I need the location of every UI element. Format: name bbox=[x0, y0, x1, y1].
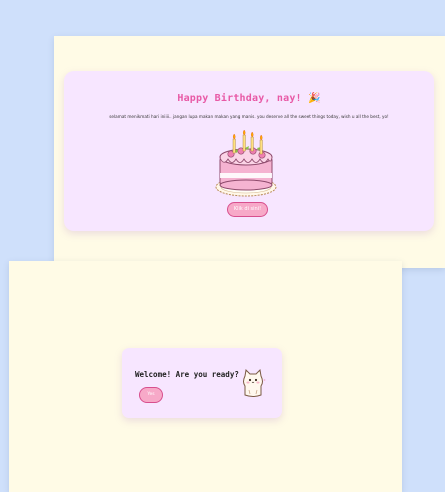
welcome-card: Welcome! Are you ready? Yes bbox=[122, 348, 282, 418]
birthday-cake-icon bbox=[215, 129, 277, 197]
birthday-screenshot: Happy Birthday, nay! 🎉 selamat menikmati… bbox=[54, 36, 445, 268]
cat-icon bbox=[243, 368, 266, 397]
welcome-prompt: Welcome! Are you ready? bbox=[135, 370, 239, 379]
party-popper-icon: 🎉 bbox=[308, 93, 321, 104]
klik-button[interactable]: Klik di sini! bbox=[227, 202, 268, 217]
birthday-card: Happy Birthday, nay! 🎉 selamat menikmati… bbox=[64, 71, 434, 231]
birthday-message: selamat menikmati hari iniiii.. jangan l… bbox=[109, 114, 389, 119]
yes-button[interactable]: Yes bbox=[139, 387, 163, 403]
welcome-screenshot: Welcome! Are you ready? Yes bbox=[9, 261, 402, 492]
page-title: Happy Birthday, nay! 🎉 bbox=[64, 93, 434, 104]
birthday-title: Happy Birthday, nay! bbox=[177, 93, 302, 104]
